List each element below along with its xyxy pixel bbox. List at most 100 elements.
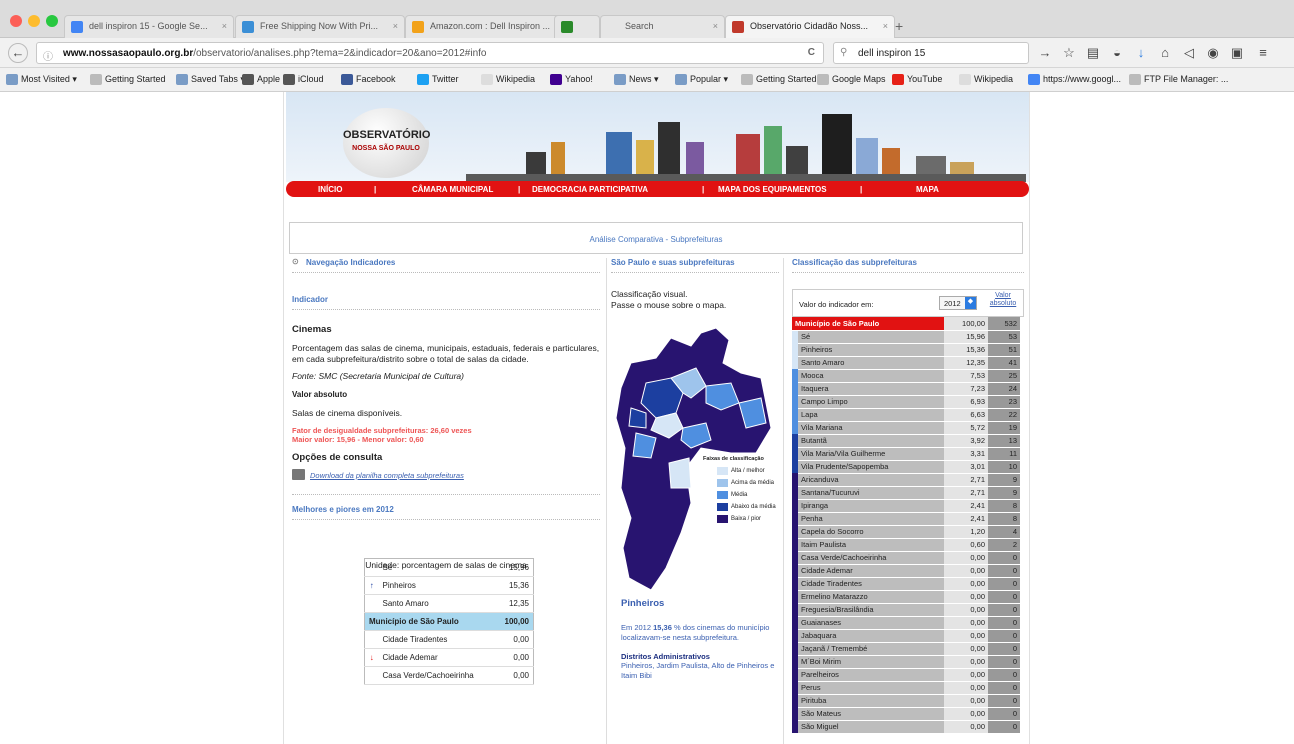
browser-tab[interactable]: dell inspiron 15 - Google Se... ×: [64, 15, 234, 38]
site-info-icon[interactable]: ⓘ: [43, 48, 53, 63]
browser-tab[interactable]: Amazon.com : Dell Inspiron ...×: [405, 15, 575, 38]
share-icon[interactable]: ◁: [1182, 46, 1196, 60]
ranking-row[interactable]: Capela do Socorro 1,20 4: [792, 525, 1020, 539]
ranking-absolute: 11: [988, 447, 1020, 461]
ranking-row[interactable]: Lapa 6,63 22: [792, 408, 1020, 422]
pocket-icon[interactable]: ◒: [1110, 46, 1124, 60]
browser-tab[interactable]: Observatório Cidadão Noss... ×: [725, 15, 895, 38]
menu-item[interactable]: INÍCIO: [318, 185, 342, 194]
ranking-row[interactable]: Parelheiros 0,00 0: [792, 668, 1020, 682]
maximize-window-icon[interactable]: [46, 15, 58, 27]
download-spreadsheet-link[interactable]: Download da planilha completa subprefeit…: [310, 471, 464, 480]
go-arrow-icon[interactable]: →: [1038, 46, 1052, 60]
ranking-row[interactable]: Cidade Ademar 0,00 0: [792, 564, 1020, 578]
bookmark-item[interactable]: News ▾: [614, 74, 659, 85]
ranking-row[interactable]: Freguesia/Brasilândia 0,00 0: [792, 603, 1020, 617]
indicator-nav-header[interactable]: ⊙ Navegação Indicadores: [292, 257, 600, 273]
ranking-name: M´Boi Mirim: [798, 655, 944, 669]
ranking-row[interactable]: Vila Mariana 5,72 19: [792, 421, 1020, 435]
ranking-row[interactable]: Santana/Tucuruvi 2,71 9: [792, 486, 1020, 500]
year-select[interactable]: 2012 ◆: [939, 296, 977, 310]
sync-icon[interactable]: ◉: [1206, 46, 1220, 60]
ranking-row[interactable]: Município de São Paulo 100,00 532: [792, 317, 1020, 331]
indicator-nav-title[interactable]: Navegação Indicadores: [306, 258, 395, 267]
ranking-row[interactable]: Itaquera 7,23 24: [792, 382, 1020, 396]
bookmark-item[interactable]: Getting Started: [741, 74, 817, 85]
bookmark-star-icon[interactable]: ☆: [1062, 46, 1076, 60]
back-icon[interactable]: ←: [8, 43, 28, 63]
bookmark-item[interactable]: Google Maps: [817, 74, 886, 85]
ranking-row[interactable]: Cidade Tiradentes 0,00 0: [792, 577, 1020, 591]
ranking-row[interactable]: M´Boi Mirim 0,00 0: [792, 655, 1020, 669]
ranking-row[interactable]: Vila Maria/Vila Guilherme 3,31 11: [792, 447, 1020, 461]
ranking-row[interactable]: Ipiranga 2,41 8: [792, 499, 1020, 513]
bookmark-item[interactable]: Wikipedia: [481, 74, 535, 85]
ranking-row[interactable]: Sé 15,96 53: [792, 330, 1020, 344]
menu-item[interactable]: CÂMARA MUNICIPAL: [412, 185, 493, 194]
absolute-value-link[interactable]: Valor absoluto: [983, 292, 1023, 308]
bookmark-item[interactable]: Facebook: [341, 74, 396, 85]
ranking-row[interactable]: Perus 0,00 0: [792, 681, 1020, 695]
bookmark-item[interactable]: Apple: [242, 74, 280, 85]
ranking-value: 0,00: [944, 564, 988, 578]
ranking-row[interactable]: Jabaquara 0,00 0: [792, 629, 1020, 643]
bookmark-item[interactable]: iCloud: [283, 74, 324, 85]
ranking-row[interactable]: Aricanduva 2,71 9: [792, 473, 1020, 487]
bookmark-item[interactable]: YouTube: [892, 74, 942, 85]
bookmark-item[interactable]: Twitter: [417, 74, 459, 85]
close-window-icon[interactable]: [10, 15, 22, 27]
sidebar-icon[interactable]: ▣: [1230, 46, 1244, 60]
legend-swatch: [717, 467, 728, 475]
browser-tab[interactable]: [554, 15, 600, 38]
bookmark-item[interactable]: Getting Started: [90, 74, 166, 85]
minimize-window-icon[interactable]: [28, 15, 40, 27]
ranking-row[interactable]: Casa Verde/Cachoeirinha 0,00 0: [792, 551, 1020, 565]
menu-item[interactable]: MAPA: [916, 185, 939, 194]
ranking-row[interactable]: Jaçanã / Tremembé 0,00 0: [792, 642, 1020, 656]
ranking-row[interactable]: Campo Limpo 6,93 23: [792, 395, 1020, 409]
bookmark-item[interactable]: https://www.googl...: [1028, 74, 1121, 85]
search-input[interactable]: ⚲ dell inspiron 15: [833, 42, 1029, 64]
chevron-down-icon[interactable]: ⊙: [292, 257, 299, 266]
ranking-absolute: 0: [988, 720, 1020, 734]
map-region-santo-amaro[interactable]: [668, 457, 692, 489]
browser-tab[interactable]: Free Shipping Now With Pri... ×: [235, 15, 405, 38]
reading-list-icon[interactable]: ▤: [1086, 46, 1100, 60]
ranking-row[interactable]: São Mateus 0,00 0: [792, 707, 1020, 721]
ranking-row[interactable]: Penha 2,41 8: [792, 512, 1020, 526]
bookmark-item[interactable]: Saved Tabs ▾: [176, 74, 245, 85]
tab-close-icon[interactable]: ×: [393, 21, 398, 31]
download-link-row[interactable]: Download da planilha completa subprefeit…: [292, 469, 600, 480]
menu-icon[interactable]: ≡: [1256, 46, 1270, 60]
tab-close-icon[interactable]: ×: [883, 21, 888, 31]
download-icon[interactable]: ↓: [1134, 46, 1148, 60]
ranking-row[interactable]: Pinheiros 15,36 51: [792, 343, 1020, 357]
new-tab-button[interactable]: +: [895, 18, 903, 34]
browser-tab[interactable]: Search ×: [600, 15, 725, 38]
ranking-row[interactable]: Mooca 7,53 25: [792, 369, 1020, 383]
menu-item[interactable]: MAPA DOS EQUIPAMENTOS: [718, 185, 827, 194]
bookmark-item[interactable]: Wikipedia: [959, 74, 1013, 85]
ranking-row[interactable]: Vila Prudente/Sapopemba 3,01 10: [792, 460, 1020, 474]
home-icon[interactable]: ⌂: [1158, 46, 1172, 60]
ranking-row[interactable]: Ermelino Matarazzo 0,00 0: [792, 590, 1020, 604]
ranking-row[interactable]: São Miguel 0,00 0: [792, 720, 1020, 734]
ranking-row[interactable]: Butantã 3,92 13: [792, 434, 1020, 448]
bookmark-item[interactable]: Popular ▾: [675, 74, 728, 85]
tab-close-icon[interactable]: ×: [713, 21, 718, 31]
bookmark-item[interactable]: Most Visited ▾: [6, 74, 77, 85]
ranking-row[interactable]: Itaim Paulista 0,60 2: [792, 538, 1020, 552]
site-logo[interactable]: OBSERVATÓRIO NOSSA SÃO PAULO: [343, 108, 430, 178]
ranking-row[interactable]: Pirituba 0,00 0: [792, 694, 1020, 708]
ranking-row[interactable]: Santo Amaro 12,35 41: [792, 356, 1020, 370]
bookmark-item[interactable]: FTP File Manager: ...: [1129, 74, 1228, 85]
site-container: OBSERVATÓRIO NOSSA SÃO PAULO INÍCIO | CÂMA…: [283, 92, 1030, 744]
bookmark-item[interactable]: Yahoo!: [550, 74, 593, 85]
url-field[interactable]: ⓘ www.nossasaopaulo.org.br/observatorio/…: [36, 42, 824, 64]
menu-item[interactable]: DEMOCRACIA PARTICIPATIVA: [532, 185, 648, 194]
reload-icon[interactable]: C: [808, 47, 815, 58]
tab-close-icon[interactable]: ×: [222, 21, 227, 31]
ranking-row[interactable]: Guaianases 0,00 0: [792, 616, 1020, 630]
arrow-cell: [364, 558, 379, 577]
ranking-value: 6,93: [944, 395, 988, 409]
